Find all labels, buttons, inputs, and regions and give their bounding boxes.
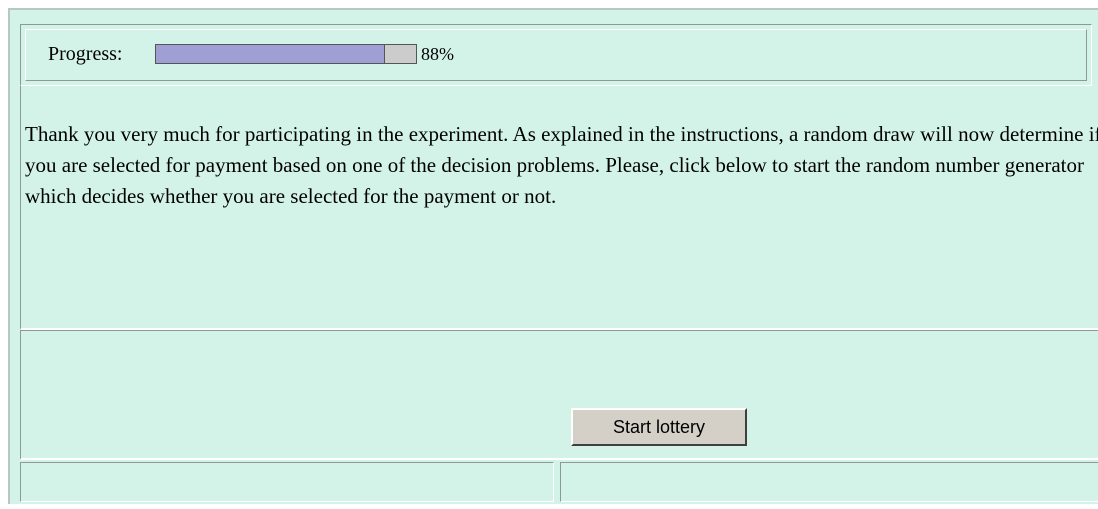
progress-bar-fill [156,45,385,63]
footer-cell-left [20,462,554,502]
progress-label: Progress: [48,43,123,65]
progress-bar [155,44,417,64]
start-lottery-button[interactable]: Start lottery [571,408,747,446]
footer-cell-right [560,462,1098,502]
thank-you-message: Thank you very much for participating in… [25,122,1098,208]
experiment-frame: Progress: 88% Thank you very much for pa… [8,8,1098,504]
progress-panel: Progress: 88% [20,24,1092,86]
action-panel: Start lottery [20,330,1098,460]
progress-panel-inner: Progress: 88% [25,29,1087,81]
message-panel: Thank you very much for participating in… [20,86,1098,330]
progress-percent: 88% [421,44,454,64]
